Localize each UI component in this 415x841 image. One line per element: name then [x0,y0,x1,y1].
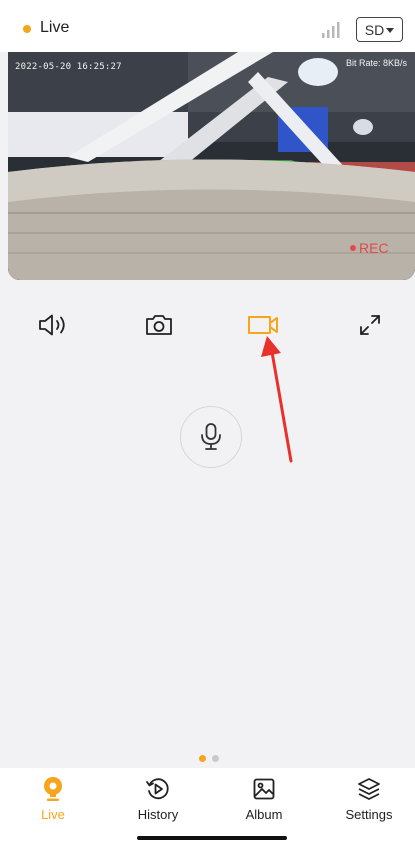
signal-bars-icon [322,22,340,38]
caret-down-icon [386,27,395,33]
record-button[interactable] [243,305,283,345]
video-timestamp: 2022-05-20 16:25:27 [15,62,122,72]
page-indicator [199,755,219,762]
top-bar: Live SD [0,0,415,52]
quality-label: SD [364,21,385,38]
live-status-dot [23,25,31,33]
speaker-icon [39,314,65,336]
settings-icon [358,778,380,800]
rec-dot [350,245,356,251]
history-icon [146,778,169,800]
page-title: Live [40,19,70,36]
live-video-view[interactable]: 2022-05-20 16:25:27 Bit Rate: 8KB/s REC [8,52,415,280]
page-dot-1[interactable] [199,755,206,762]
bitrate-readout: Bit Rate: 8KB/s [345,58,407,68]
video-camera-icon [248,316,278,334]
tab-album[interactable]: Album [224,776,304,822]
sound-button[interactable] [33,305,73,345]
fullscreen-button[interactable] [350,305,390,345]
live-pin-icon [44,777,62,801]
recording-indicator: REC [350,240,389,256]
camera-icon [146,315,172,335]
bottom-tab-bar: Live History Album Settings [0,768,415,841]
rec-label: REC [359,240,389,256]
tab-album-label: Album [245,807,283,822]
snapshot-button[interactable] [139,305,179,345]
tab-live-label: Live [41,807,65,822]
expand-icon [360,315,380,335]
page-dot-2[interactable] [212,755,219,762]
tab-live[interactable]: Live [13,776,93,822]
tab-settings[interactable]: Settings [329,776,409,822]
tab-history-label: History [137,807,179,822]
tab-history[interactable]: History [118,776,198,822]
microphone-icon [201,423,221,450]
tab-settings-label: Settings [345,807,393,822]
talk-button[interactable] [180,406,242,468]
album-icon [253,778,275,800]
home-indicator [137,836,287,840]
quality-select[interactable]: SD [356,17,403,42]
